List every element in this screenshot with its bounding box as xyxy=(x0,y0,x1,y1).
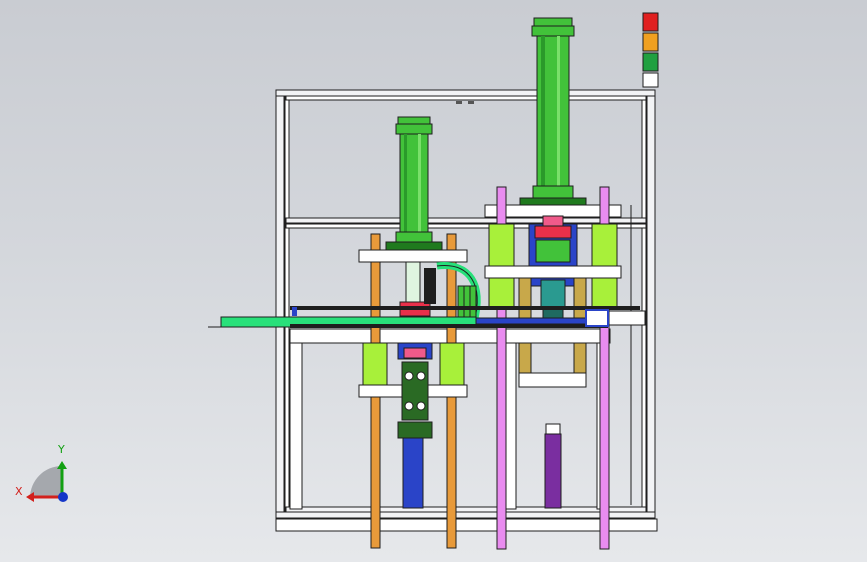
blue-cylinder[interactable] xyxy=(402,437,424,509)
left-piston-rod[interactable] xyxy=(405,261,421,303)
cad-viewport[interactable]: X Y xyxy=(0,0,867,562)
axis-y-label: Y xyxy=(58,443,65,456)
large-cylinder[interactable] xyxy=(519,17,587,206)
purple-cylinder[interactable] xyxy=(544,423,562,509)
gear-motor[interactable] xyxy=(397,361,433,439)
left-upper-plate[interactable] xyxy=(358,249,468,263)
right-lower-plate[interactable] xyxy=(484,265,622,279)
axis-triad-icon xyxy=(26,461,68,502)
stack-light-tower[interactable] xyxy=(642,12,659,88)
left-cylinder[interactable] xyxy=(385,116,443,251)
cable-clamp xyxy=(424,268,436,304)
axis-x-label: X xyxy=(15,485,23,498)
machine-model[interactable] xyxy=(0,0,867,562)
ejector-head[interactable] xyxy=(397,342,433,360)
